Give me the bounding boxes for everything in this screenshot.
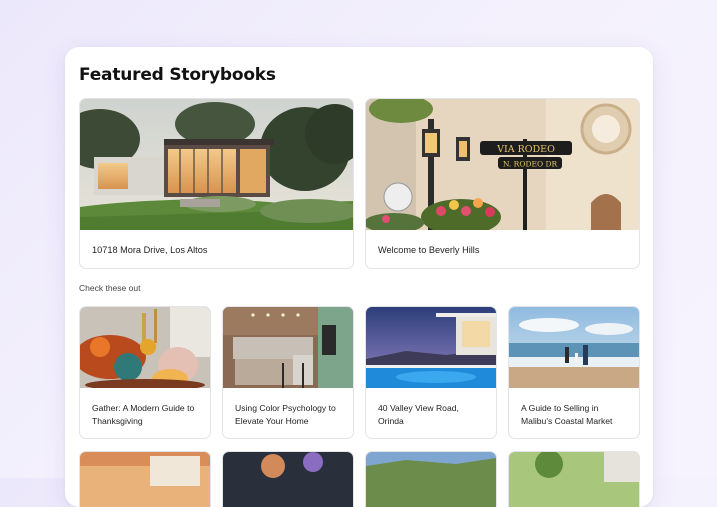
story-card-partial-3[interactable] <box>365 451 497 507</box>
story-card-partial-1[interactable] <box>79 451 211 507</box>
pool-dusk-photo <box>366 307 496 388</box>
kitchen-photo <box>223 307 353 388</box>
modern-house-photo <box>80 99 353 230</box>
featured-caption: Welcome to Beverly Hills <box>378 245 480 255</box>
party-photo <box>223 452 353 507</box>
featured-card-beverly-hills[interactable]: VIA RODEO N. RODEO DR Welcome to Beverly… <box>365 98 640 269</box>
story-caption: 40 Valley View Road, Orinda <box>378 403 459 426</box>
story-card-partial-2[interactable] <box>222 451 354 507</box>
story-caption: A Guide to Selling in Malibu's Coastal M… <box>521 403 613 426</box>
story-caption: Using Color Psychology to Elevate Your H… <box>235 403 336 426</box>
featured-caption: 10718 Mora Drive, Los Altos <box>92 245 208 255</box>
hills-photo <box>366 452 496 507</box>
via-rodeo-sign: VIA RODEO <box>496 144 555 155</box>
street-sign-photo: VIA RODEO N. RODEO DR <box>366 99 639 230</box>
story-card-color-psychology[interactable]: Using Color Psychology to Elevate Your H… <box>222 306 354 439</box>
featured-card-mora-drive[interactable]: 10718 Mora Drive, Los Altos <box>79 98 354 269</box>
rodeo-dr-sign: N. RODEO DR <box>503 160 558 169</box>
storybooks-panel: Featured Storybooks 10718 Mora Drive, Lo… <box>65 47 653 507</box>
story-card-malibu[interactable]: A Guide to Selling in Malibu's Coastal M… <box>508 306 640 439</box>
thanksgiving-table-photo <box>80 307 210 388</box>
beach-family-photo <box>509 307 639 388</box>
section-label: Check these out <box>79 283 141 293</box>
story-caption: Gather: A Modern Guide to Thanksgiving <box>92 403 195 426</box>
story-card-thanksgiving[interactable]: Gather: A Modern Guide to Thanksgiving <box>79 306 211 439</box>
story-card-valley-view[interactable]: 40 Valley View Road, Orinda <box>365 306 497 439</box>
story-card-partial-4[interactable] <box>508 451 640 507</box>
page-title: Featured Storybooks <box>79 65 276 85</box>
garden-photo <box>509 452 639 507</box>
sunset-house-photo <box>80 452 210 507</box>
